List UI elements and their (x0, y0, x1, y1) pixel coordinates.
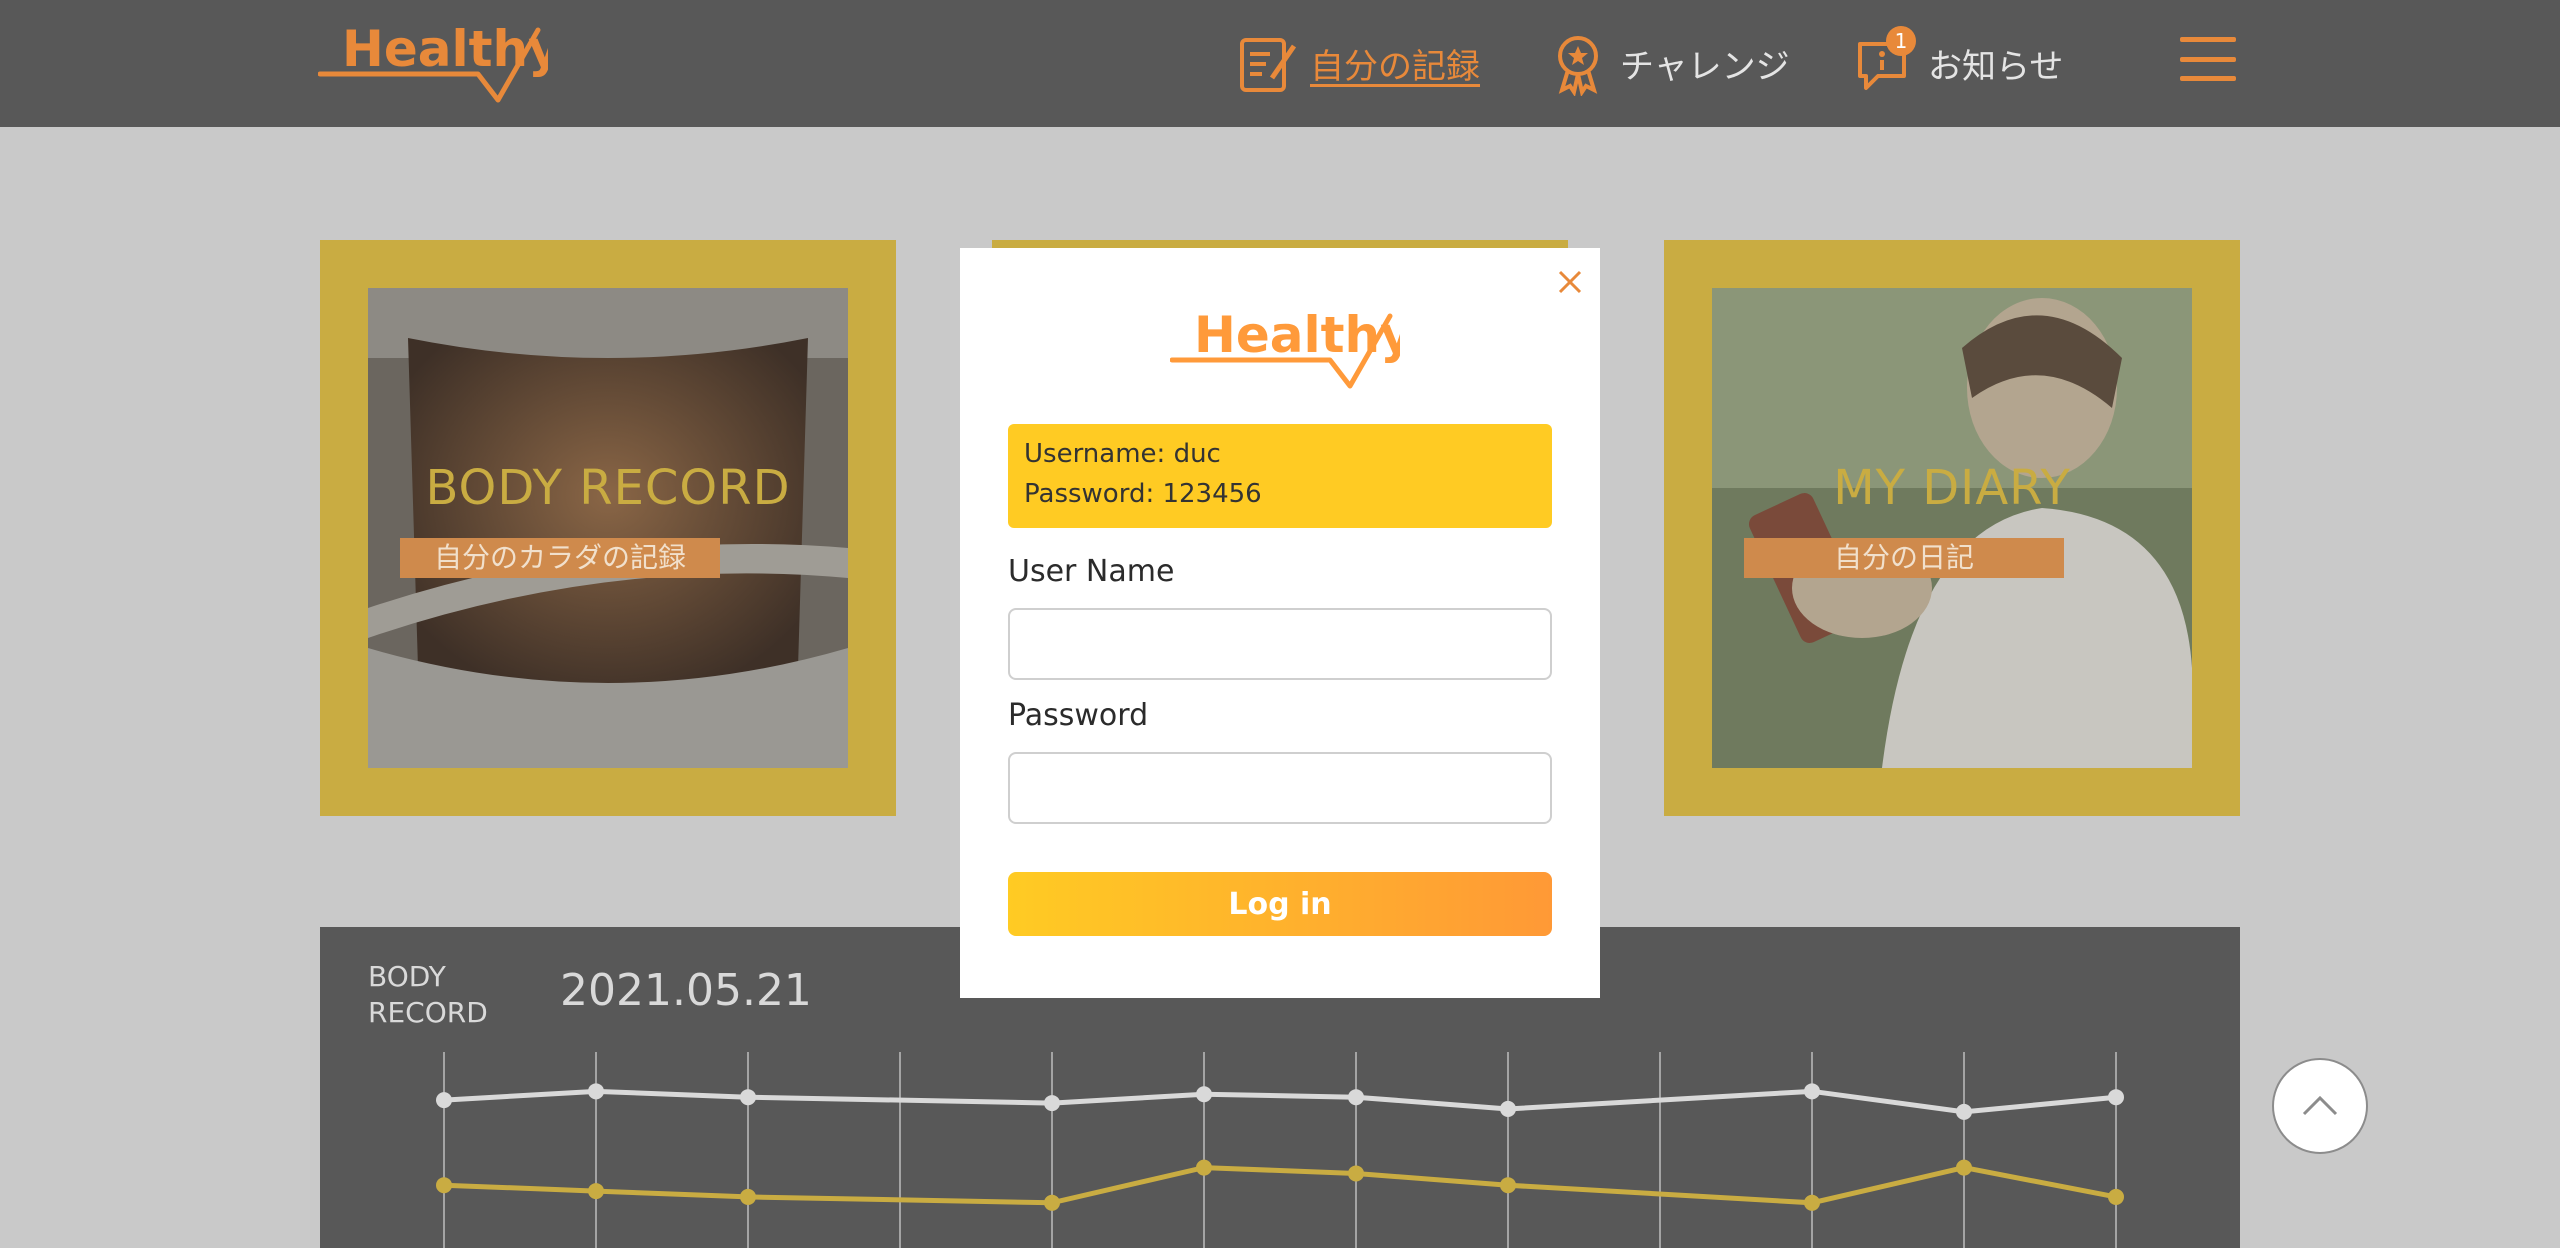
chart-point (2108, 1089, 2124, 1106)
chart-point (1348, 1089, 1364, 1106)
card-subtitle-body-record: 自分のカラダの記録 (400, 538, 720, 578)
chart-point (1956, 1159, 1972, 1176)
chart-point (2108, 1188, 2124, 1205)
notification-badge: 1 (1886, 25, 1916, 56)
password-input[interactable] (1008, 752, 1552, 824)
hamburger-icon[interactable] (2180, 37, 2236, 81)
login-modal: Healthy Username: duc Password: 123456 U… (960, 248, 1600, 998)
chart-point (1500, 1100, 1516, 1117)
chart-point (1956, 1103, 1972, 1120)
memo-icon (1240, 37, 1297, 92)
chart-point (1044, 1095, 1060, 1112)
body-record-photo (368, 288, 848, 768)
body-record-label: BODY RECORD (368, 959, 488, 1031)
username-input[interactable] (1008, 608, 1552, 680)
header-bar: Healthy 自分の記録 チャレンジ 1 お知らせ (0, 0, 2560, 127)
chart-point (1044, 1194, 1060, 1211)
my-diary-photo (1712, 288, 2192, 768)
chart-point (740, 1188, 756, 1205)
body-record-date: 2021.05.21 (560, 965, 812, 1016)
modal-logo: Healthy (1170, 306, 1400, 389)
body-record-label-line2: RECORD (368, 996, 488, 1029)
hint-username: Username: duc (1024, 439, 1221, 469)
medal-icon (1558, 35, 1598, 96)
chevron-up-icon (2302, 1095, 2338, 1116)
card-subtitle-my-diary: 自分の日記 (1744, 538, 2064, 578)
chart-point (588, 1083, 604, 1100)
healthy-logo[interactable]: Healthy (318, 18, 548, 104)
chart-point (436, 1092, 452, 1109)
password-label: Password (1008, 698, 1149, 733)
chart-point (1804, 1194, 1820, 1211)
nav-label-my-record: 自分の記録 (1310, 47, 1480, 87)
card-title-my-diary: MY DIARY (1833, 460, 2071, 516)
chart-point (436, 1177, 452, 1194)
login-button[interactable]: Log in (1008, 872, 1552, 936)
card-my-diary[interactable]: MY DIARY 自分の日記 (1664, 240, 2240, 816)
chart-point (1196, 1159, 1212, 1176)
chart-point (1348, 1165, 1364, 1182)
chart-point (1804, 1083, 1820, 1100)
hint-password: Password: 123456 (1024, 479, 1262, 509)
credentials-hint: Username: duc Password: 123456 (1008, 424, 1552, 528)
nav-challenge[interactable]: チャレンジ (1546, 0, 1790, 127)
nav-label-challenge: チャレンジ (1620, 47, 1790, 87)
chart-point (588, 1183, 604, 1200)
chart-point (1500, 1177, 1516, 1194)
nav-label-notice: お知らせ (1928, 47, 2064, 87)
chart-point (1196, 1086, 1212, 1103)
info-icon: 1 (1854, 25, 1918, 96)
card-title-body-record: BODY RECORD (425, 460, 791, 516)
chart-point (740, 1089, 756, 1106)
username-label: User Name (1008, 554, 1175, 589)
close-icon[interactable] (1554, 266, 1586, 298)
nav-my-record[interactable]: 自分の記録 (1236, 0, 1480, 127)
scroll-top-button[interactable] (2272, 1058, 2368, 1154)
card-body-record[interactable]: BODY RECORD 自分のカラダの記録 (320, 240, 896, 816)
nav-notice[interactable]: 1 お知らせ (1854, 0, 2063, 127)
chart-series-line-0 (443, 1088, 2117, 1115)
chart-series-line-1 (443, 1165, 2117, 1206)
body-record-label-line1: BODY (368, 960, 446, 993)
